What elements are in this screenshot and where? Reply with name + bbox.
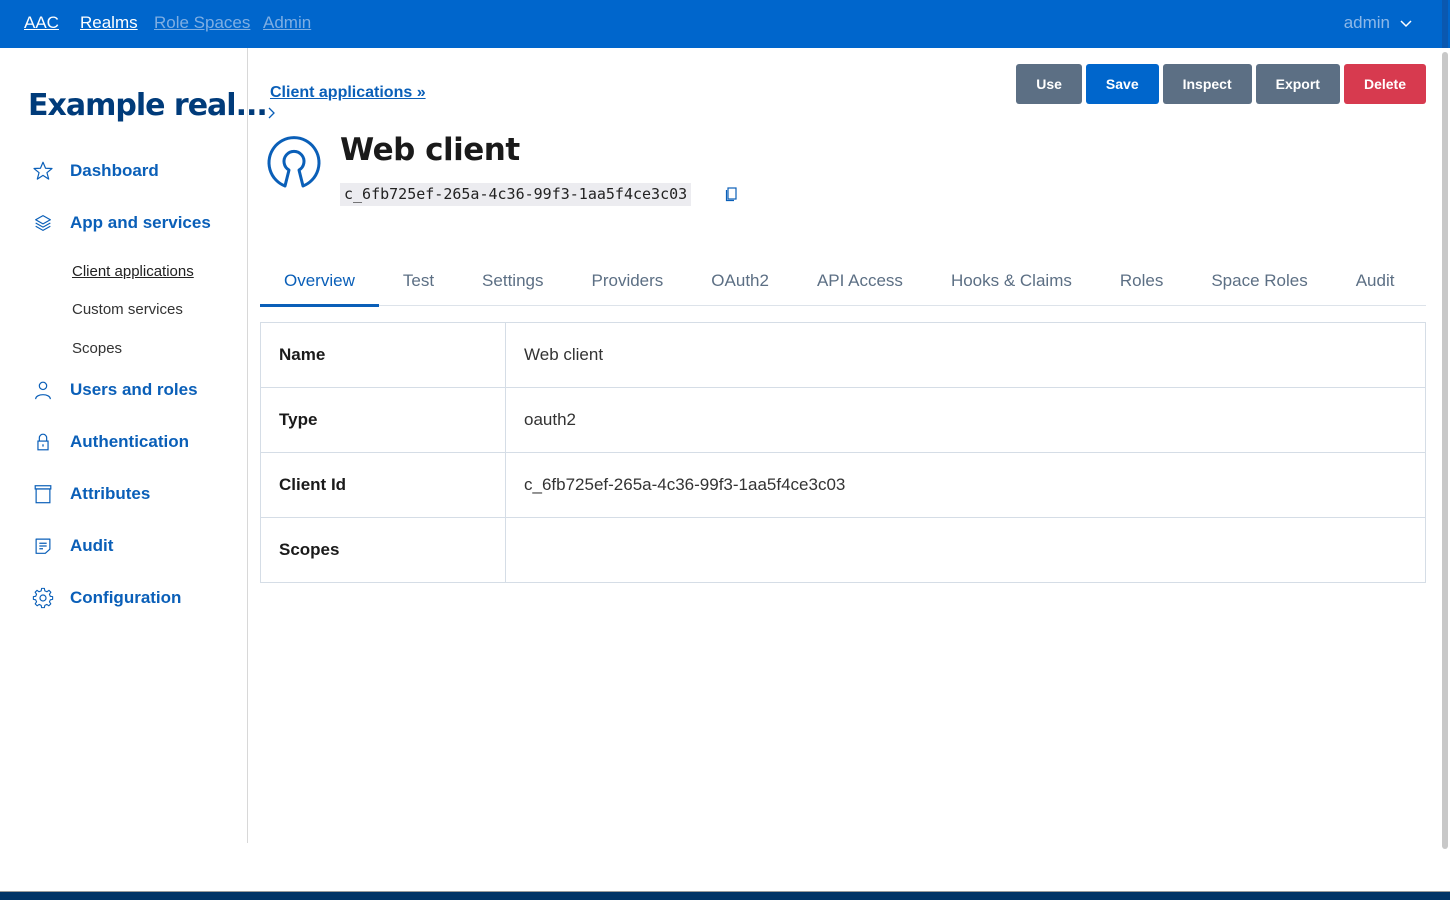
archive-icon: [32, 483, 54, 505]
tab-roles[interactable]: Roles: [1096, 258, 1187, 306]
sidebar-item-label: Authentication: [70, 432, 189, 451]
sidebar-item-label: Audit: [70, 536, 114, 555]
row-value: [505, 517, 1426, 583]
sidebar-item-app-and-services[interactable]: App and services: [32, 212, 211, 234]
page-title: Web client: [340, 132, 520, 168]
client-id-code: c_6fb725ef-265a-4c36-99f3-1aa5f4ce3c03: [340, 183, 692, 206]
tab-settings[interactable]: Settings: [458, 258, 567, 306]
sidebar-item-dashboard[interactable]: Dashboard: [32, 160, 159, 182]
row-key: Name: [260, 322, 506, 388]
nav-admin[interactable]: Admin: [263, 13, 311, 33]
sidebar-item-label: Attributes: [70, 484, 151, 503]
sidebar: Example real... Dashboard App and servic…: [0, 48, 268, 843]
copy-icon[interactable]: [724, 186, 738, 202]
top-navbar: AAC Realms Role Spaces Admin admin: [0, 0, 1450, 48]
sidebar-item-label: Users and roles: [70, 380, 198, 399]
table-row: Type oauth2: [260, 387, 1426, 453]
sidebar-item-label: App and services: [70, 213, 211, 232]
sidebar-subitem-client-applications[interactable]: Client applications: [72, 263, 194, 280]
chevron-down-icon: [1400, 20, 1412, 28]
export-button[interactable]: Export: [1255, 64, 1340, 104]
footer-bar: [0, 891, 1450, 900]
tab-overview[interactable]: Overview: [260, 258, 379, 307]
gear-icon: [32, 587, 54, 609]
tab-api-access[interactable]: API Access: [793, 258, 927, 306]
brand-link[interactable]: AAC: [24, 13, 59, 33]
row-key: Scopes: [260, 517, 506, 583]
row-key: Type: [260, 387, 506, 453]
user-menu[interactable]: admin: [1344, 13, 1412, 33]
realm-title: Example real...: [28, 88, 268, 123]
sidebar-item-label: Configuration: [70, 588, 182, 607]
row-value: c_6fb725ef-265a-4c36-99f3-1aa5f4ce3c03: [505, 452, 1426, 518]
scrollbar-track-top: [1442, 0, 1448, 48]
tab-test[interactable]: Test: [379, 258, 458, 306]
sidebar-item-users-and-roles[interactable]: Users and roles: [32, 379, 198, 401]
nav-role-spaces[interactable]: Role Spaces: [154, 13, 250, 33]
sidebar-subitem-custom-services[interactable]: Custom services: [72, 301, 183, 318]
sidebar-item-configuration[interactable]: Configuration: [32, 587, 181, 609]
layers-icon: [32, 212, 54, 234]
tab-bar: Overview Test Settings Providers OAuth2 …: [260, 258, 1426, 307]
sidebar-item-attributes[interactable]: Attributes: [32, 483, 150, 505]
inspect-button[interactable]: Inspect: [1162, 64, 1252, 104]
breadcrumb-client-applications[interactable]: Client applications »: [270, 84, 426, 102]
nav-realms[interactable]: Realms: [80, 13, 138, 33]
lock-icon: [32, 431, 54, 453]
tab-audit[interactable]: Audit: [1332, 258, 1419, 306]
note-icon: [32, 535, 54, 557]
row-value: oauth2: [505, 387, 1426, 453]
save-button[interactable]: Save: [1085, 64, 1159, 104]
user-name: admin: [1343, 13, 1390, 32]
user-icon: [32, 379, 54, 401]
sidebar-item-label: Dashboard: [70, 161, 159, 180]
action-toolbar: Use Save Inspect Export Delete: [1016, 64, 1426, 104]
table-row: Client Id c_6fb725ef-265a-4c36-99f3-1aa5…: [260, 452, 1426, 518]
tab-hooks-claims[interactable]: Hooks & Claims: [927, 258, 1096, 306]
sidebar-item-authentication[interactable]: Authentication: [32, 431, 189, 453]
star-icon: [32, 160, 54, 182]
tab-oauth2[interactable]: OAuth2: [687, 258, 793, 306]
sidebar-subitem-scopes[interactable]: Scopes: [72, 340, 122, 357]
openid-keyhole-icon: [267, 136, 321, 188]
table-row: Name Web client: [260, 322, 1426, 388]
row-value: Web client: [505, 322, 1426, 388]
tab-space-roles[interactable]: Space Roles: [1187, 258, 1331, 306]
page-scrollbar[interactable]: [1442, 52, 1448, 849]
sidebar-item-audit[interactable]: Audit: [32, 535, 113, 557]
row-key: Client Id: [260, 452, 506, 518]
delete-button[interactable]: Delete: [1343, 64, 1426, 104]
table-row: Scopes: [260, 517, 1426, 583]
chevron-right-icon: [268, 107, 275, 119]
overview-table: Name Web client Type oauth2 Client Id c_…: [260, 322, 1426, 583]
use-button[interactable]: Use: [1016, 64, 1082, 104]
tab-providers[interactable]: Providers: [567, 258, 687, 306]
